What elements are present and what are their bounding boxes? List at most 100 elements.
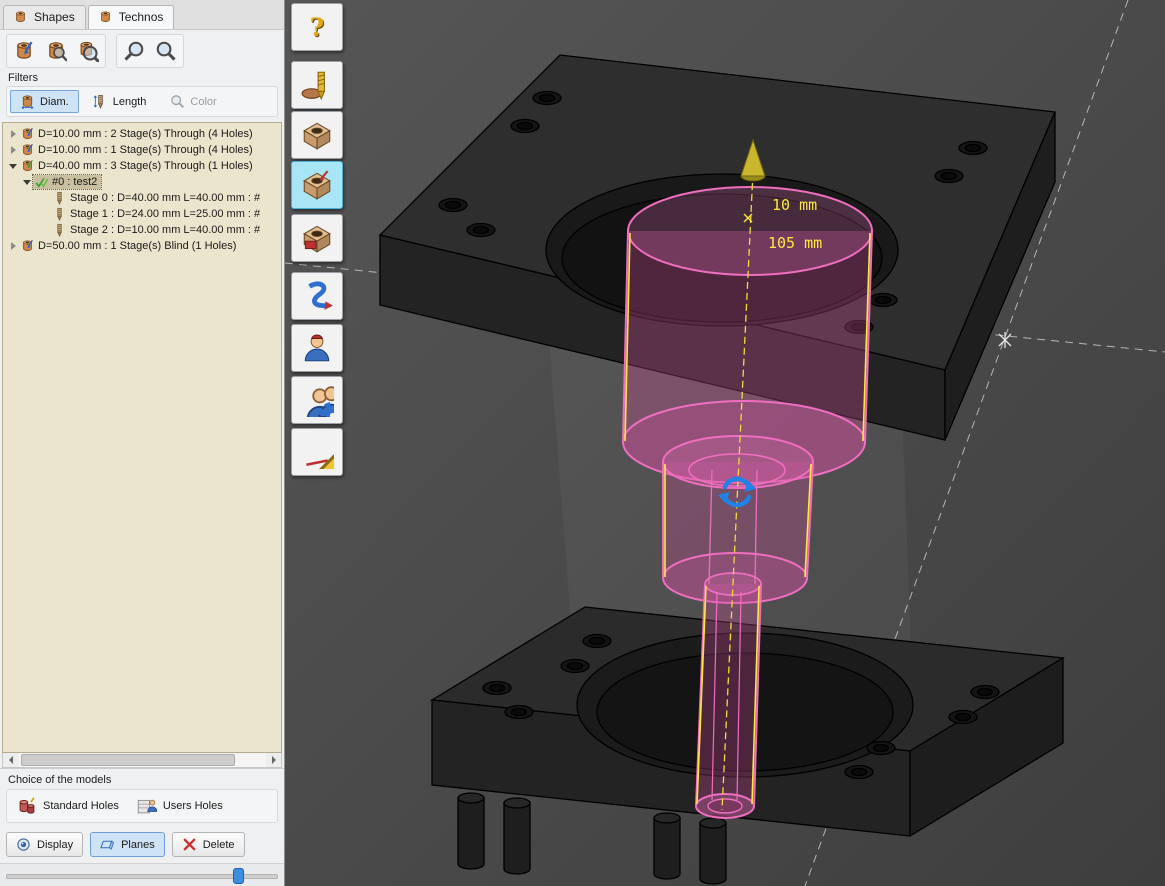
display-icon bbox=[16, 837, 31, 852]
hole-icon bbox=[20, 159, 35, 173]
user-icon bbox=[300, 331, 334, 365]
curve-tool-button[interactable] bbox=[291, 272, 343, 320]
transparency-slider[interactable] bbox=[0, 863, 284, 886]
hole-icon bbox=[20, 127, 35, 141]
planes-button[interactable]: Planes bbox=[90, 832, 165, 857]
tree-item[interactable]: D=10.00 mm : 1 Stage(s) Through (4 Holes… bbox=[3, 142, 281, 158]
expander-icon[interactable] bbox=[7, 160, 19, 172]
hole-select-button[interactable] bbox=[9, 37, 39, 65]
filters-section: Filters Diam. Length Color bbox=[0, 71, 284, 122]
users-holes-label: Users Holes bbox=[163, 800, 223, 812]
tree-horizontal-scrollbar[interactable] bbox=[2, 753, 282, 768]
magnifier-hole-icon bbox=[77, 40, 99, 62]
users-holes-icon bbox=[137, 796, 157, 816]
block-hole-tool-button[interactable] bbox=[291, 111, 343, 159]
expander-icon[interactable] bbox=[7, 128, 19, 140]
technos-tab-icon bbox=[98, 10, 113, 24]
holes-side-panel: Shapes Technos bbox=[0, 0, 285, 886]
tree-item[interactable]: Stage 0 : D=40.00 mm L=40.00 mm : # bbox=[3, 190, 281, 206]
tree-item-label: #0 : test2 bbox=[50, 176, 97, 188]
tree-item-selected[interactable]: #0 : test2 bbox=[3, 174, 281, 190]
scroll-left-arrow-icon[interactable] bbox=[3, 753, 18, 767]
help-tool-button[interactable]: ? bbox=[291, 3, 343, 51]
tree-item[interactable]: D=10.00 mm : 2 Stage(s) Through (4 Holes… bbox=[3, 126, 281, 142]
edit-tool-button[interactable] bbox=[291, 428, 343, 476]
filter-length-label: Length bbox=[113, 96, 147, 108]
tap-drill-icon bbox=[300, 68, 334, 102]
tree-item[interactable]: D=50.00 mm : 1 Stage(s) Blind (1 Holes) bbox=[3, 238, 281, 254]
tree-item-label: Stage 1 : D=24.00 mm L=25.00 mm : # bbox=[68, 208, 260, 220]
blue-swoosh-icon bbox=[300, 279, 334, 313]
expander-icon[interactable] bbox=[7, 240, 19, 252]
tapping-tool-button[interactable] bbox=[291, 61, 343, 109]
user-tool-button[interactable] bbox=[291, 324, 343, 372]
filter-buttons: Diam. Length Color bbox=[6, 86, 278, 117]
zoom-next-button[interactable] bbox=[151, 37, 181, 65]
selected-row-highlight: #0 : test2 bbox=[33, 175, 101, 189]
display-button[interactable]: Display bbox=[6, 832, 83, 857]
stage-icon bbox=[52, 191, 67, 205]
viewport-toolbar: ? bbox=[291, 0, 343, 476]
expander-icon[interactable] bbox=[21, 176, 33, 188]
users-holes-button[interactable]: Users Holes bbox=[132, 793, 228, 819]
filter-color-button[interactable]: Color bbox=[160, 90, 226, 113]
models-section-label: Choice of the models bbox=[8, 774, 278, 786]
hole-icon bbox=[20, 239, 35, 253]
scrollbar-track[interactable] bbox=[18, 753, 266, 767]
application-window: Shapes Technos bbox=[0, 0, 1165, 886]
tab-technos-label: Technos bbox=[119, 10, 164, 24]
users-gear-icon bbox=[300, 383, 334, 417]
tab-shapes[interactable]: Shapes bbox=[3, 5, 86, 29]
zoom-previous-button[interactable] bbox=[119, 37, 149, 65]
display-label: Display bbox=[37, 839, 73, 851]
delete-button[interactable]: Delete bbox=[172, 832, 245, 857]
tree-item[interactable]: Stage 1 : D=24.00 mm L=25.00 mm : # bbox=[3, 206, 281, 222]
standard-holes-icon bbox=[17, 796, 37, 816]
standard-holes-label: Standard Holes bbox=[43, 800, 119, 812]
scrollbar-thumb[interactable] bbox=[21, 754, 235, 766]
dim-label-10mm: 10 mm bbox=[772, 196, 817, 214]
filter-diameter-label: Diam. bbox=[40, 96, 69, 108]
actions-row: Display Planes Delete bbox=[0, 827, 284, 863]
hole-arrow-icon bbox=[13, 40, 35, 62]
tree-item-label: D=10.00 mm : 1 Stage(s) Through (4 Holes… bbox=[36, 144, 253, 156]
color-icon bbox=[170, 94, 185, 109]
filter-diameter-button[interactable]: Diam. bbox=[10, 90, 79, 113]
hole-inspect-button[interactable] bbox=[73, 37, 103, 65]
tree-item[interactable]: Stage 2 : D=10.00 mm L=40.00 mm : # bbox=[3, 222, 281, 238]
filter-length-button[interactable]: Length bbox=[83, 90, 157, 113]
question-icon: ? bbox=[310, 15, 325, 40]
hole-search-button[interactable] bbox=[41, 37, 71, 65]
block-red-face-icon bbox=[300, 221, 334, 255]
shapes-tab-icon bbox=[13, 10, 28, 24]
stage-icon bbox=[52, 207, 67, 221]
delete-label: Delete bbox=[203, 839, 235, 851]
magnifier-right-icon bbox=[155, 40, 177, 62]
stage-icon bbox=[52, 223, 67, 237]
planes-icon bbox=[100, 837, 115, 852]
diameter-icon bbox=[20, 94, 35, 109]
tree-item[interactable]: D=40.00 mm : 3 Stage(s) Through (1 Holes… bbox=[3, 158, 281, 174]
expander-icon[interactable] bbox=[7, 144, 19, 156]
dim-label-105mm: 105 mm bbox=[768, 234, 822, 252]
machining-tool-button[interactable] bbox=[291, 214, 343, 262]
toolbar-group-holes bbox=[6, 34, 106, 68]
scroll-right-arrow-icon[interactable] bbox=[266, 753, 281, 767]
length-icon bbox=[93, 94, 108, 109]
filters-label: Filters bbox=[8, 72, 278, 84]
3d-scene[interactable]: 10 mm 105 mm bbox=[285, 0, 1165, 886]
users-settings-tool-button[interactable] bbox=[291, 376, 343, 424]
toolbar-group-zoom bbox=[116, 34, 184, 68]
tree-item-label: Stage 0 : D=40.00 mm L=40.00 mm : # bbox=[68, 192, 260, 204]
viewport-3d[interactable]: 10 mm 105 mm ? bbox=[285, 0, 1165, 886]
block-hole-icon bbox=[300, 118, 334, 152]
slider-thumb[interactable] bbox=[233, 868, 244, 884]
tree-item-label: D=40.00 mm : 3 Stage(s) Through (1 Holes… bbox=[36, 160, 253, 172]
tree-item-label: D=10.00 mm : 2 Stage(s) Through (4 Holes… bbox=[36, 128, 253, 140]
hole-magnifier-icon bbox=[45, 40, 67, 62]
edit-pencil-icon bbox=[300, 435, 334, 469]
hole-recognition-tool-button[interactable] bbox=[291, 161, 343, 209]
tab-shapes-label: Shapes bbox=[34, 10, 75, 24]
tab-technos[interactable]: Technos bbox=[88, 5, 175, 29]
standard-holes-button[interactable]: Standard Holes bbox=[12, 793, 124, 819]
